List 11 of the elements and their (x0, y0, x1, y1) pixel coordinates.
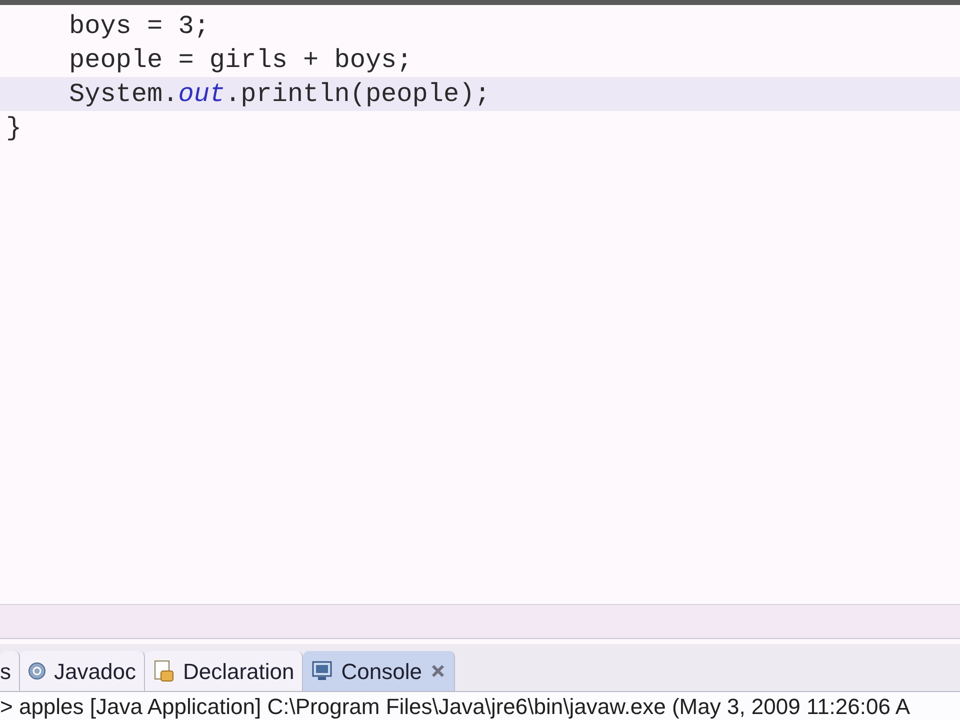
panel-tab[interactable]: s (0, 651, 20, 691)
close-icon[interactable] (430, 663, 446, 679)
panel-tab[interactable]: Declaration (144, 651, 304, 691)
monitor-icon (311, 660, 334, 682)
document-icon (152, 659, 175, 683)
code-line: boys = 3; (68, 10, 210, 42)
panel-tab[interactable]: Javadoc (20, 651, 145, 691)
horizontal-scrollbar[interactable] (0, 604, 960, 638)
code-line: people = girls + boys; (68, 44, 414, 76)
panel-tab[interactable]: Console (303, 651, 455, 691)
code-line: } (5, 112, 23, 144)
